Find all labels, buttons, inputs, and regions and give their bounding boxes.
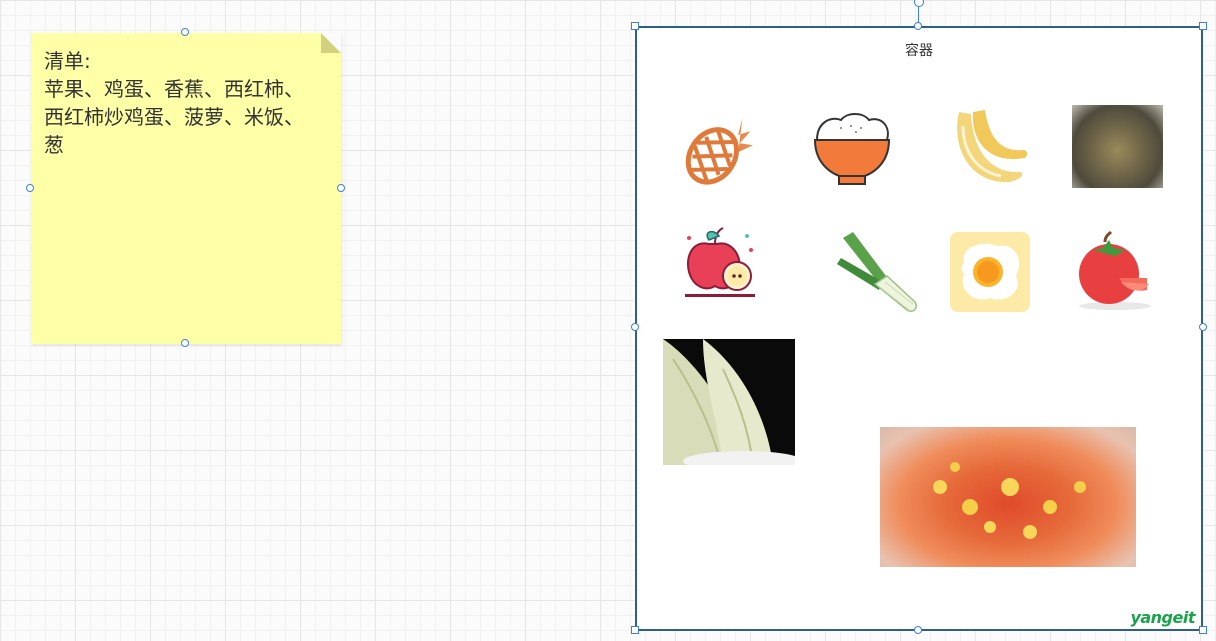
fried-egg-icon[interactable] — [950, 232, 1030, 312]
abalone-photo[interactable] — [1072, 105, 1163, 188]
resize-handle-top-left[interactable] — [631, 22, 639, 30]
bamboo-shoot-photo[interactable] — [663, 339, 795, 465]
watermark-logo: yangeit — [1130, 608, 1195, 627]
rice-bowl-icon[interactable] — [811, 108, 893, 190]
pineapple-icon[interactable] — [673, 106, 759, 188]
tomato-icon[interactable] — [1075, 230, 1155, 314]
resize-handle-bottom[interactable] — [181, 339, 189, 347]
resize-handle-left[interactable] — [26, 184, 34, 192]
container-handle-left[interactable] — [631, 323, 639, 331]
scallion-icon[interactable] — [833, 228, 919, 316]
resize-handle-bottom-right[interactable] — [1199, 626, 1207, 634]
rotate-handle[interactable] — [914, 0, 924, 7]
container-frame[interactable]: 容器 yangeit — [635, 26, 1203, 631]
banana-icon[interactable] — [949, 106, 1031, 190]
resize-handle-top[interactable] — [181, 28, 189, 36]
apple-icon[interactable] — [679, 220, 763, 304]
container-handle-right[interactable] — [1199, 323, 1207, 331]
container-handle-bottom[interactable] — [914, 626, 922, 634]
note-text[interactable]: 清单: 苹果、鸡蛋、香蕉、西红柿、西红柿炒鸡蛋、菠萝、米饭、葱 — [44, 47, 314, 159]
container-title[interactable]: 容器 — [637, 40, 1201, 60]
resize-handle-right[interactable] — [337, 184, 345, 192]
resize-handle-top-right[interactable] — [1199, 22, 1207, 30]
container-handle-top[interactable] — [914, 22, 922, 30]
tomato-egg-photo[interactable] — [880, 427, 1136, 567]
resize-handle-bottom-left[interactable] — [631, 626, 639, 634]
note-fold-corner — [321, 33, 341, 53]
sticky-note[interactable]: 清单: 苹果、鸡蛋、香蕉、西红柿、西红柿炒鸡蛋、菠萝、米饭、葱 — [31, 33, 341, 344]
